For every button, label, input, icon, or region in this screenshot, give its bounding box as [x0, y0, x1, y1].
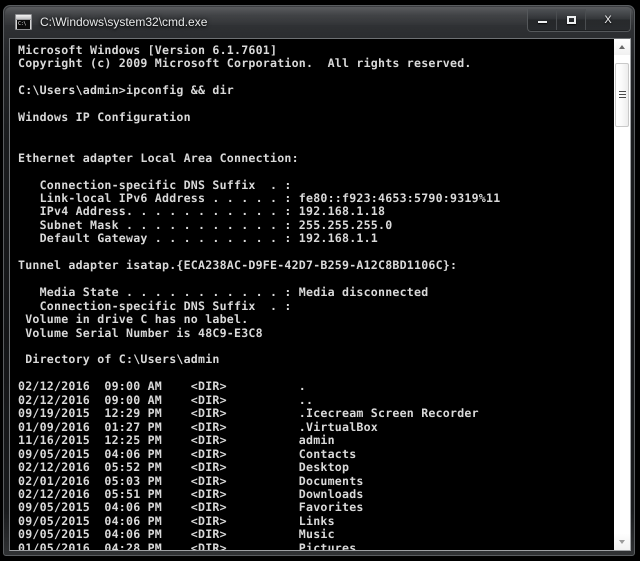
scrollbar-thumb[interactable] — [615, 63, 629, 127]
scroll-down-arrow-icon[interactable] — [614, 534, 630, 550]
window-controls[interactable]: X — [527, 9, 631, 32]
maximize-button[interactable] — [557, 9, 586, 30]
cmd-console-icon: C:\ — [15, 14, 32, 30]
close-button[interactable]: X — [586, 9, 630, 30]
window-title: C:\Windows\system32\cmd.exe — [40, 15, 208, 29]
scrollbar-thumb-grip — [619, 91, 626, 100]
console-text: Microsoft Windows [Version 6.1.7601] Cop… — [18, 43, 501, 550]
icon-prompt-text: C:\ — [18, 21, 27, 27]
close-icon: X — [604, 13, 612, 26]
up-arrow-glyph — [619, 45, 625, 49]
console-client-area[interactable]: Microsoft Windows [Version 6.1.7601] Cop… — [9, 38, 631, 551]
scrollbar-track[interactable] — [614, 55, 630, 534]
down-arrow-glyph — [619, 540, 625, 544]
console-output-area[interactable]: Microsoft Windows [Version 6.1.7601] Cop… — [10, 39, 613, 550]
title-bar[interactable]: C:\ C:\Windows\system32\cmd.exe X — [4, 6, 636, 38]
scroll-up-arrow-icon[interactable] — [614, 39, 630, 55]
vertical-scrollbar[interactable] — [613, 39, 630, 550]
maximize-icon — [557, 9, 585, 30]
cmd-window[interactable]: C:\ C:\Windows\system32\cmd.exe X Micros… — [3, 5, 635, 556]
minimize-icon — [528, 9, 556, 30]
minimize-button[interactable] — [528, 9, 557, 30]
